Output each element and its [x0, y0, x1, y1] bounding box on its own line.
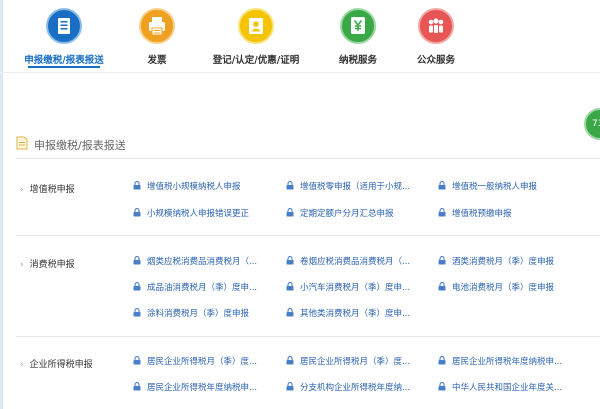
document-list-icon: [46, 8, 82, 44]
link-item[interactable]: 小汽车消费税月（季）度申...: [286, 281, 426, 293]
section-title: 申报缴税/报表报送: [34, 139, 126, 152]
lock-icon: [286, 208, 294, 217]
link-item[interactable]: 居民企业所得税月（季）度...: [133, 355, 273, 367]
nav-label: 公众服务: [416, 55, 455, 66]
lock-icon: [438, 356, 446, 365]
active-tab-underline: [28, 66, 100, 68]
floating-badge[interactable]: 73: [584, 108, 600, 140]
lock-icon: [286, 356, 294, 365]
section-divider: [16, 158, 600, 159]
lock-icon: [438, 282, 446, 291]
link-item[interactable]: 卷烟应税消费品消费税月（...: [286, 255, 426, 267]
lock-icon: [133, 181, 141, 190]
link-item[interactable]: 酒类消费税月（季）度申报: [438, 255, 578, 267]
printer-icon: [139, 8, 175, 44]
link-item[interactable]: 成品油消费税月（季）度申...: [133, 281, 273, 293]
group-divider: [16, 235, 600, 236]
lock-icon: [286, 308, 294, 317]
group-label: › 增值税申报: [20, 185, 75, 195]
lock-icon: [286, 256, 294, 265]
group-label: › 消费税申报: [20, 260, 75, 270]
lock-icon: [438, 256, 446, 265]
lock-icon: [286, 181, 294, 190]
link-item[interactable]: 烟类应税消费品消费税月（...: [133, 255, 273, 267]
lock-icon: [133, 382, 141, 391]
lock-icon: [286, 382, 294, 391]
lock-icon: [133, 208, 141, 217]
link-item[interactable]: 定期定额户分月汇总申报: [286, 207, 426, 219]
top-navigation: 申报缴税/报表报送 发票 登记/认定/优惠/证明 纳税服务 公众服务: [0, 0, 600, 70]
divider: [0, 72, 600, 73]
nav-public-service[interactable]: 公众服务: [376, 0, 496, 66]
link-item[interactable]: 增值税小规模纳税人申报: [133, 180, 273, 192]
lock-icon: [133, 256, 141, 265]
chevron-right-icon: ›: [20, 260, 24, 270]
user-card-icon: [238, 8, 274, 44]
link-item[interactable]: 增值税预缴申报: [438, 207, 578, 219]
link-item[interactable]: 居民企业所得税月（季）度...: [286, 355, 426, 367]
link-item[interactable]: 居民企业所得税年度纳税申...: [438, 355, 578, 367]
people-icon: [418, 8, 454, 44]
lock-icon: [438, 208, 446, 217]
lock-icon: [438, 181, 446, 190]
lock-icon: [133, 282, 141, 291]
link-item[interactable]: 涂料消费税月（季）度申报: [133, 307, 273, 319]
link-item[interactable]: 电池消费税月（季）度申报: [438, 281, 578, 293]
lock-icon: [438, 382, 446, 391]
yen-payment-icon: [340, 8, 376, 44]
group-divider: [16, 336, 600, 337]
link-item[interactable]: 中华人民共和国企业年度关...: [438, 381, 578, 393]
group-label: › 企业所得税申报: [20, 360, 93, 370]
badge-count: 73: [592, 119, 600, 129]
link-item[interactable]: 小规模纳税人申报错误更正: [133, 207, 273, 219]
chevron-right-icon: ›: [20, 185, 24, 195]
lock-icon: [286, 282, 294, 291]
chevron-right-icon: ›: [20, 360, 24, 370]
document-icon: [16, 136, 28, 150]
link-item[interactable]: 居民企业所得税年度纳税申...: [133, 381, 273, 393]
link-item[interactable]: 增值税一般纳税人申报: [438, 180, 578, 192]
link-item[interactable]: 其他类消费税月（季）度申...: [286, 307, 426, 319]
link-item[interactable]: 增值税零申报（适用于小规...: [286, 180, 426, 192]
link-item[interactable]: 分支机构企业所得税年度纳...: [286, 381, 426, 393]
lock-icon: [133, 356, 141, 365]
lock-icon: [133, 308, 141, 317]
